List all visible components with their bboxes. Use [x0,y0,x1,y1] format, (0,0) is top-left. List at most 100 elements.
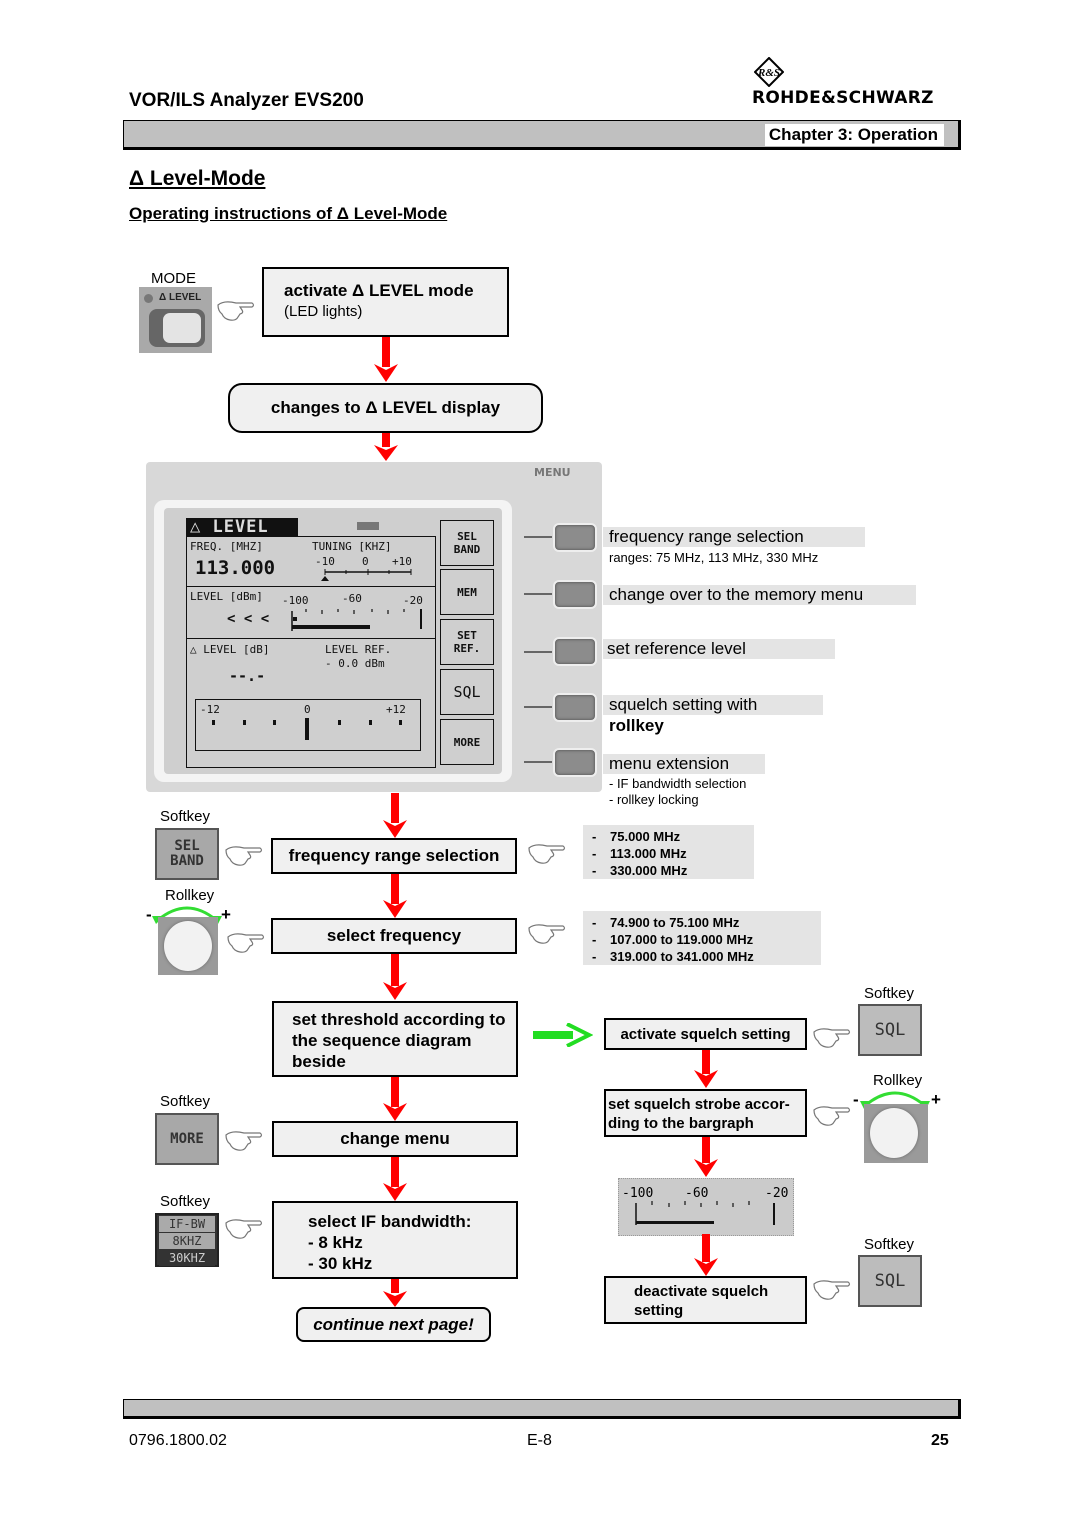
softkey-sql[interactable]: SQL [858,1255,922,1307]
annotation-menu-extension: menu extension [609,754,730,773]
lcd-frame: △ LEVEL FREQ. [MHZ] 113.000 TUNING [KHZ]… [154,500,512,782]
annotation-memory-menu: change over to the memory menu [609,585,864,604]
if-bw-title: select IF bandwidth: [308,1212,472,1231]
pointing-hand-icon [813,1028,851,1048]
softkey-more[interactable]: MORE [155,1113,219,1165]
hardware-softkey-5[interactable] [553,748,597,777]
ifbw-line: IF-BW [159,1216,215,1232]
section-page: E-8 [527,1432,552,1449]
freq-value: 113.000 [195,557,276,579]
document-number: 0796.1800.02 [129,1432,227,1449]
lcd-level-section: LEVEL [dBm] < < < -100 -60 -20 [187,587,435,639]
rollkey-knob[interactable] [864,1104,928,1163]
if-bw-option: - 8 kHz [308,1233,363,1252]
hardware-softkey-2[interactable] [553,580,597,609]
hardware-softkey-1[interactable] [553,523,597,552]
flow-arrow [374,337,398,382]
softkey-caption: Softkey [160,808,211,825]
activate-squelch-box: activate squelch setting [604,1018,807,1050]
annotation-reference-level: set reference level [607,639,746,658]
document-title: VOR/ILS Analyzer EVS200 [129,90,364,111]
annotation-freq-range: frequency range selection [609,527,804,546]
flow-arrow [383,1157,407,1201]
softkey-if-bw[interactable]: IF-BW 8KHZ 30KHZ [155,1213,219,1267]
footer-bar [123,1399,961,1419]
freq-label: FREQ. [MHZ] [190,540,263,553]
svg-text:R&S: R&S [757,67,780,79]
mode-key-label: Δ LEVEL [159,292,202,303]
softkey-sel-band[interactable]: SEL BAND [155,828,219,880]
lcd-freq-section: FREQ. [MHZ] 113.000 TUNING [KHZ] -10 0 +… [187,537,435,587]
freq-range-item: -330.000 MHz [592,863,688,878]
select-if-bandwidth-box: select IF bandwidth: - 8 kHz - 30 kHz [272,1201,518,1279]
tuning-label: TUNING [KHZ] [312,540,392,553]
level-underrange-indicator: < < < [227,611,270,627]
activate-title: activate Δ LEVEL mode [284,281,474,300]
flow-arrow [383,793,407,838]
ifbw-line-selected: 30KHZ [159,1250,215,1266]
pointing-hand-icon [813,1280,851,1300]
lcd-softkey-mem[interactable]: MEM [440,569,494,615]
chapter-label: Chapter 3: Operation [764,124,944,146]
squelch-bargraph-scale [635,1201,775,1225]
section-title: Δ Level-Mode [129,167,266,190]
annotation-squelch-rollkey: rollkey [609,716,664,735]
softkey-caption: Softkey [160,1093,211,1110]
level-bargraph [291,609,422,631]
lcd-screen: △ LEVEL FREQ. [MHZ] 113.000 TUNING [KHZ]… [164,508,502,774]
freq-range-item: -113.000 MHz [592,846,687,861]
activate-level-mode-box: activate Δ LEVEL mode (LED lights) [262,267,509,337]
level-label: LEVEL [dBm] [190,590,263,603]
deactivate-squelch-box: deactivate squelch setting [604,1276,807,1324]
delta-scale [212,718,402,740]
button-leader-line [524,651,552,653]
softkey-sql[interactable]: SQL [858,1004,922,1056]
softkey-caption: Softkey [864,1236,915,1253]
flow-arrow [383,1279,407,1307]
level-tick-label: -60 [342,592,362,605]
softkey-caption: Softkey [864,985,915,1002]
set-squelch-strobe-box: set squelch strobe accor-ding to the bar… [604,1089,807,1137]
ifbw-line: 8KHZ [159,1233,215,1249]
change-menu-box: change menu [272,1121,518,1157]
tuning-pointer-icon [321,576,329,581]
freq-span-item: -319.000 to 341.000 MHz [592,949,754,964]
mode-delta-level-key[interactable]: Δ LEVEL [139,287,212,353]
freq-spans-list: -74.900 to 75.100 MHz -107.000 to 119.00… [583,911,821,965]
lcd-indicator [357,522,379,530]
delta-level-label: △ LEVEL [dB] [190,643,270,656]
lcd-softkey-set-ref[interactable]: SET REF. [440,619,494,665]
lcd-softkey-sql[interactable]: SQL [440,669,494,715]
flow-arrow [383,1077,407,1121]
changes-to-level-display-box: changes to Δ LEVEL display [228,383,543,433]
lcd-softkey-sel-band[interactable]: SEL BAND [440,520,494,566]
level-ref-label: LEVEL REF. [325,643,392,656]
if-bw-option: - 30 kHz [308,1254,373,1273]
rollkey-knob[interactable] [158,917,218,975]
activate-sub: (LED lights) [284,303,363,320]
freq-span-item: -74.900 to 75.100 MHz [592,915,740,930]
button-leader-line [524,761,552,763]
page-number: 25 [931,1432,949,1449]
frequency-range-selection-box: frequency range selection [271,838,517,874]
rohde-schwarz-logo: R&S ROHDE&SCHWARZ [752,57,952,109]
flow-arrow [374,433,398,461]
pointing-hand-icon [217,301,255,321]
brand-name: ROHDE&SCHWARZ [752,88,934,108]
hardware-softkey-4[interactable] [553,693,597,722]
menu-label: MENU [534,466,571,479]
continue-next-page-box: continue next page! [296,1307,491,1342]
hardware-softkey-3[interactable] [553,637,597,666]
annotation-menu-extension-detail: - IF bandwidth selection [609,776,747,791]
pointing-hand-icon [227,933,265,953]
annotation-squelch: squelch setting with [609,695,758,714]
lcd-softkey-more[interactable]: MORE [440,719,494,765]
select-frequency-box: select frequency [271,918,517,954]
delta-tick-label: -12 [200,703,220,716]
pointing-hand-icon [528,924,566,944]
lcd-delta-section: △ LEVEL [dB] --.- LEVEL REF. - 0.0 dBm -… [187,639,435,767]
section-subtitle: Operating instructions of Δ Level-Mode [129,204,448,223]
annotation-menu-extension-detail: - rollkey locking [609,792,699,807]
delta-level-value: --.- [229,667,266,685]
tuning-scale [321,569,412,581]
